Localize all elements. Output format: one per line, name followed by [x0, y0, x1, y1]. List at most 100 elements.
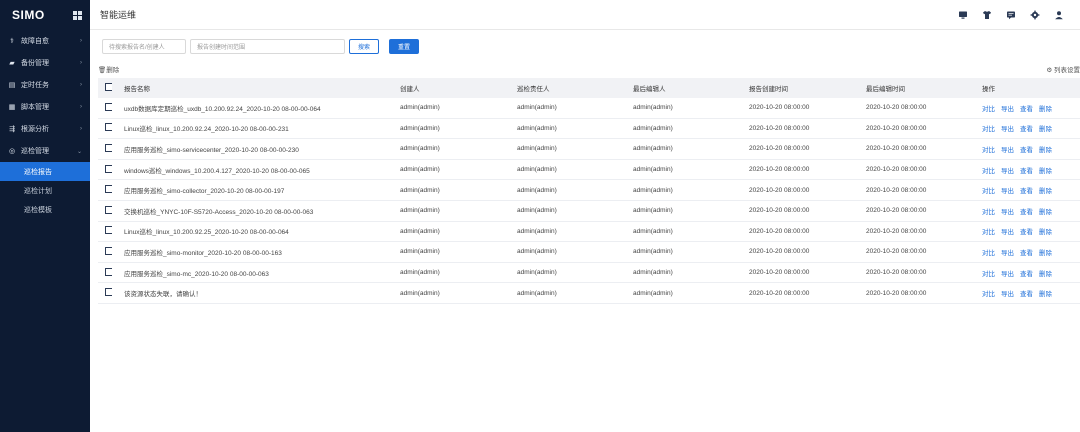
compare-link[interactable]: 对比	[982, 185, 995, 195]
monitor-icon[interactable]	[958, 10, 968, 20]
view-link[interactable]: 查看	[1020, 288, 1033, 298]
sidebar-item-fault-heal[interactable]: ⚕ 故障自愈 ›	[0, 30, 90, 52]
sidebar-item-backup[interactable]: ▰ 备份管理 ›	[0, 52, 90, 74]
delete-link[interactable]: 删除	[1039, 226, 1052, 236]
export-link[interactable]: 导出	[1001, 144, 1014, 154]
compare-link[interactable]: 对比	[982, 123, 995, 133]
row-checkbox[interactable]	[105, 164, 112, 173]
compare-link[interactable]: 对比	[982, 247, 995, 257]
row-checkbox[interactable]	[105, 143, 112, 152]
cell-creator: admin(admin)	[400, 207, 440, 215]
sidebar-item-inspection[interactable]: ◎ 巡检管理 ⌄	[0, 140, 90, 162]
view-link[interactable]: 查看	[1020, 185, 1033, 195]
sidebar-item-scheduled-tasks[interactable]: ▤ 定时任务 ›	[0, 74, 90, 96]
table-row: 应用服务巡检_simo-mc_2020-10-20 08-00-00-063 ad…	[98, 263, 1080, 284]
cell-owner: admin(admin)	[517, 186, 557, 194]
select-all-checkbox[interactable]	[105, 83, 112, 91]
row-checkbox[interactable]	[105, 267, 112, 276]
row-checkbox[interactable]	[105, 246, 112, 255]
cell-last-editor: admin(admin)	[633, 186, 673, 194]
row-select-cell	[98, 288, 112, 298]
cell-last-editor: admin(admin)	[633, 207, 673, 215]
export-link[interactable]: 导出	[1001, 206, 1014, 216]
export-link[interactable]: 导出	[1001, 165, 1014, 175]
message-icon[interactable]	[1006, 10, 1016, 20]
view-link[interactable]: 查看	[1020, 206, 1033, 216]
fault-heal-icon: ⚕	[10, 38, 14, 45]
compare-link[interactable]: 对比	[982, 103, 995, 113]
compare-link[interactable]: 对比	[982, 288, 995, 298]
cell-report-name: windows巡检_windows_10.200.4.127_2020-10-2…	[124, 167, 310, 175]
reset-button[interactable]: 重置	[389, 39, 419, 54]
delete-link[interactable]: 删除	[1039, 185, 1052, 195]
compare-link[interactable]: 对比	[982, 226, 995, 236]
compare-link[interactable]: 对比	[982, 165, 995, 175]
compare-link[interactable]: 对比	[982, 144, 995, 154]
export-link[interactable]: 导出	[1001, 226, 1014, 236]
delete-link[interactable]: 删除	[1039, 144, 1052, 154]
export-link[interactable]: 导出	[1001, 247, 1014, 257]
view-link[interactable]: 查看	[1020, 268, 1033, 278]
select-all-cell	[98, 83, 112, 93]
cell-actions: 对比 导出 查看 删除	[982, 226, 1080, 236]
row-checkbox[interactable]	[105, 288, 112, 297]
export-link[interactable]: 导出	[1001, 268, 1014, 278]
apps-grid-icon[interactable]	[73, 10, 82, 20]
cell-last-editor: admin(admin)	[633, 104, 673, 112]
row-checkbox[interactable]	[105, 123, 112, 132]
sidebar-item-scripts[interactable]: ▦ 脚本管理 ›	[0, 96, 90, 118]
view-link[interactable]: 查看	[1020, 165, 1033, 175]
cell-creator: admin(admin)	[400, 248, 440, 256]
cell-report-name: 应用服务巡检_simo-servicecenter_2020-10-20 08-…	[124, 146, 299, 154]
cell-created-time: 2020-10-20 08:00:00	[749, 186, 810, 194]
delete-link[interactable]: 删除	[1039, 268, 1052, 278]
cell-created-time: 2020-10-20 08:00:00	[749, 104, 810, 112]
sidebar-item-label: 定时任务	[21, 82, 49, 89]
export-link[interactable]: 导出	[1001, 103, 1014, 113]
view-link[interactable]: 查看	[1020, 103, 1033, 113]
column-settings-label: 列表设置	[1054, 67, 1080, 74]
user-avatar-icon[interactable]	[1054, 10, 1064, 20]
sidebar-subitem-inspection-template[interactable]: 巡检模板	[0, 200, 90, 219]
cell-report-name: Linux巡检_linux_10.200.92.25_2020-10-20 08…	[124, 229, 289, 237]
delete-link[interactable]: 删除	[1039, 165, 1052, 175]
delete-link[interactable]: 删除	[1039, 247, 1052, 257]
cell-edited-time: 2020-10-20 08:00:00	[866, 269, 927, 277]
cell-actions: 对比 导出 查看 删除	[982, 288, 1080, 298]
delete-link[interactable]: 删除	[1039, 206, 1052, 216]
cell-creator: admin(admin)	[400, 186, 440, 194]
sidebar-subitem-inspection-plan[interactable]: 巡检计划	[0, 181, 90, 200]
settings-gear-icon[interactable]	[1030, 10, 1040, 20]
cell-created-time: 2020-10-20 08:00:00	[749, 166, 810, 174]
export-link[interactable]: 导出	[1001, 185, 1014, 195]
view-link[interactable]: 查看	[1020, 226, 1033, 236]
row-checkbox[interactable]	[105, 185, 112, 194]
skin-shirt-icon[interactable]	[982, 10, 992, 20]
compare-link[interactable]: 对比	[982, 206, 995, 216]
row-checkbox[interactable]	[105, 226, 112, 235]
sidebar-subitem-inspection-report[interactable]: 巡检报告	[0, 162, 90, 181]
sidebar-item-root-cause[interactable]: ⇶ 根源分析 ›	[0, 118, 90, 140]
export-link[interactable]: 导出	[1001, 123, 1014, 133]
export-link[interactable]: 导出	[1001, 288, 1014, 298]
delete-link[interactable]: 删除	[1039, 288, 1052, 298]
search-button[interactable]: 搜索	[349, 39, 379, 54]
delete-link[interactable]: 删除	[1039, 103, 1052, 113]
table-row: Linux巡检_linux_10.200.92.25_2020-10-20 08…	[98, 222, 1080, 243]
view-link[interactable]: 查看	[1020, 144, 1033, 154]
row-checkbox[interactable]	[105, 102, 112, 111]
cell-edited-time: 2020-10-20 08:00:00	[866, 124, 927, 132]
cell-owner: admin(admin)	[517, 166, 557, 174]
compare-link[interactable]: 对比	[982, 268, 995, 278]
column-settings-button[interactable]: ⚙ 列表设置	[1046, 64, 1080, 74]
cell-actions: 对比 导出 查看 删除	[982, 206, 1080, 216]
cell-last-editor: admin(admin)	[633, 124, 673, 132]
created-date-range-input[interactable]: 报告创建时间范围	[190, 39, 345, 54]
cell-created-time: 2020-10-20 08:00:00	[749, 124, 810, 132]
batch-delete-button[interactable]: 🗑删除	[98, 64, 119, 74]
row-checkbox[interactable]	[105, 205, 112, 214]
report-name-search-input[interactable]: 待搜索报告名/创建人	[102, 39, 186, 54]
view-link[interactable]: 查看	[1020, 123, 1033, 133]
delete-link[interactable]: 删除	[1039, 123, 1052, 133]
view-link[interactable]: 查看	[1020, 247, 1033, 257]
